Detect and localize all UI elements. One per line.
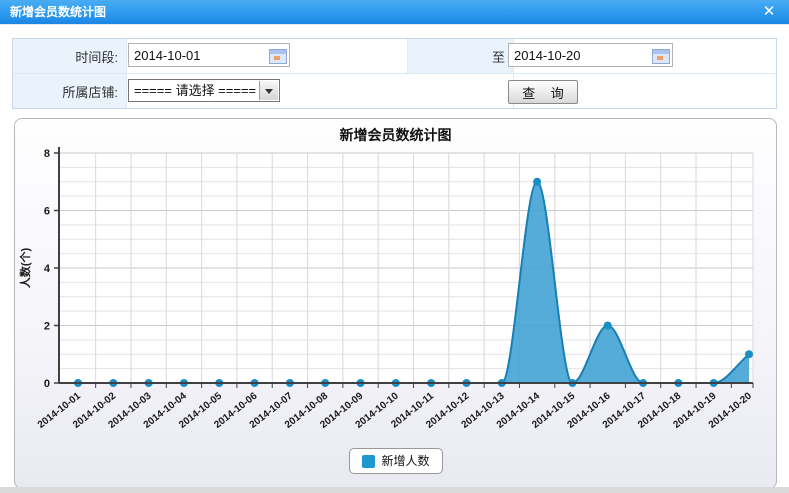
shop-select[interactable]: ===== 请选择 ===== xyxy=(128,79,280,102)
query-button[interactable]: 查 询 xyxy=(508,80,578,104)
svg-text:4: 4 xyxy=(44,263,51,275)
row-divider xyxy=(13,73,776,74)
svg-text:0: 0 xyxy=(44,378,50,390)
svg-text:2: 2 xyxy=(44,321,50,333)
close-icon[interactable]: ✕ xyxy=(760,2,778,22)
column-divider xyxy=(126,39,127,108)
legend-label: 新增人数 xyxy=(381,454,429,468)
dialog-header: 新增会员数统计图 ✕ xyxy=(0,0,789,25)
dialog-title: 新增会员数统计图 xyxy=(10,0,106,24)
period-label: 时间段: xyxy=(13,39,126,73)
legend-item[interactable]: 新增人数 xyxy=(348,448,442,474)
shop-select-value: ===== 请选择 ===== xyxy=(134,80,256,101)
chart-svg: 024682014-10-012014-10-022014-10-032014-… xyxy=(15,119,776,464)
date-from-input[interactable] xyxy=(128,43,290,67)
dropdown-arrow-button[interactable] xyxy=(259,81,278,100)
chevron-down-icon xyxy=(265,89,273,94)
chart-panel: 新增会员数统计图 024682014-10-012014-10-022014-1… xyxy=(14,118,777,489)
svg-text:人数(个): 人数(个) xyxy=(18,248,32,289)
calendar-icon[interactable] xyxy=(652,49,670,64)
svg-text:8: 8 xyxy=(44,148,50,160)
shop-label: 所属店铺: xyxy=(13,74,126,108)
column-divider xyxy=(407,39,408,73)
dialog: { "dialog": { "title": "新增会员数统计图", "clos… xyxy=(0,0,789,493)
legend-swatch-icon xyxy=(361,455,374,468)
to-label: 至 xyxy=(408,39,513,73)
calendar-icon[interactable] xyxy=(269,49,287,64)
svg-text:6: 6 xyxy=(44,206,50,218)
date-to-input[interactable] xyxy=(508,43,673,67)
dialog-bottom-edge xyxy=(0,487,789,493)
